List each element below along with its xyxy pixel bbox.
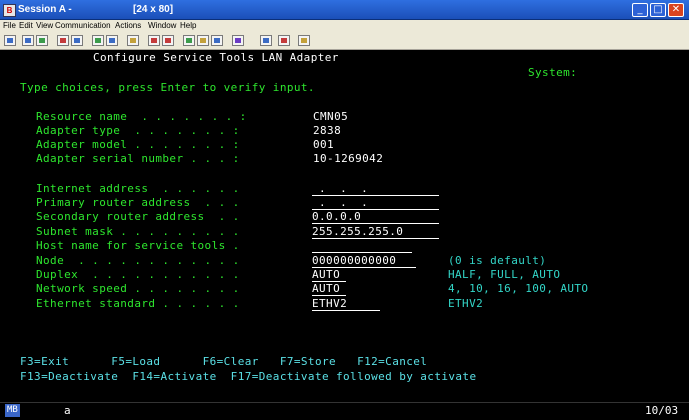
menu-edit[interactable]: Edit (19, 21, 33, 30)
primary-router-input[interactable]: . . . (312, 197, 439, 210)
customize-icon[interactable] (183, 35, 195, 46)
field-label: Subnet mask . . . . . . . . . (36, 225, 240, 238)
print-screen-icon[interactable] (4, 35, 16, 46)
function-keys-line-2: F13=Deactivate F14=Activate F17=Deactiva… (20, 370, 477, 383)
menu-bar: File Edit View Communication Actions Win… (0, 20, 689, 33)
info-value: 001 (313, 138, 335, 151)
info-value: CMN05 (313, 110, 349, 123)
color-icon[interactable] (127, 35, 139, 46)
field-hint: (0 is default) (448, 254, 547, 267)
input-mode: a (64, 404, 71, 417)
field-label: Internet address . . . . . . (36, 182, 240, 195)
field-label: Ethernet standard . . . . . . (36, 297, 240, 310)
internet-address-input[interactable]: . . . (312, 183, 439, 196)
status-divider (0, 402, 689, 403)
minimize-button[interactable]: _ (632, 3, 648, 17)
secondary-router-input[interactable]: 0.0.0.0 (312, 211, 439, 224)
info-label: Resource name . . . . . . . : (36, 110, 247, 123)
host-name-input[interactable] (312, 240, 412, 253)
node-input[interactable]: 000000000000 (312, 255, 416, 268)
field-hint: ETHV2 (448, 297, 484, 310)
field-label: Secondary router address . . (36, 210, 240, 223)
field-label: Primary router address . . . (36, 196, 240, 209)
info-label: Adapter model . . . . . . . : (36, 138, 240, 151)
stop-icon[interactable] (278, 35, 290, 46)
maximize-button[interactable]: □ (650, 3, 666, 17)
toolbar (0, 33, 689, 50)
settings-icon[interactable] (197, 35, 209, 46)
status-bar: MB a 10/03 (0, 402, 689, 420)
close-button[interactable]: ✕ (668, 3, 684, 17)
display-icon[interactable] (92, 35, 104, 46)
function-keys-line-1: F3=Exit F5=Load F6=Clear F7=Store F12=Ca… (20, 355, 428, 368)
macro-record-icon[interactable] (148, 35, 160, 46)
info-value: 10-1269042 (313, 152, 384, 165)
info-value: 2838 (313, 124, 342, 137)
edit-icon[interactable] (298, 35, 310, 46)
window-size-label: [24 x 80] (133, 4, 174, 15)
paste-icon[interactable] (36, 35, 48, 46)
info-label: Adapter type . . . . . . . : (36, 124, 240, 137)
menu-actions[interactable]: Actions (115, 21, 141, 30)
help-icon[interactable] (260, 35, 272, 46)
cursor-position: 10/03 (645, 404, 679, 417)
keyboard-icon[interactable] (106, 35, 118, 46)
menu-view[interactable]: View (36, 21, 53, 30)
network-speed-input[interactable]: AUTO (312, 283, 346, 296)
duplex-input[interactable]: AUTO (312, 269, 346, 282)
instruction-text: Type choices, press Enter to verify inpu… (20, 81, 315, 94)
field-label: Host name for service tools . (36, 239, 240, 252)
message-indicator: MB (5, 404, 20, 417)
copy-icon[interactable] (22, 35, 34, 46)
title-bar: B Session A - [24 x 80] _ □ ✕ (0, 0, 689, 20)
menu-file[interactable]: File (3, 21, 16, 30)
field-hint: HALF, FULL, AUTO (448, 268, 561, 281)
field-hint: 4, 10, 16, 100, AUTO (448, 282, 589, 295)
receive-icon[interactable] (71, 35, 83, 46)
send-icon[interactable] (57, 35, 69, 46)
field-label: Network speed . . . . . . . . (36, 282, 240, 295)
subnet-mask-input[interactable]: 255.255.255.0 (312, 226, 439, 239)
ethernet-standard-input[interactable]: ETHV2 (312, 298, 380, 311)
session-app-icon: B (3, 4, 16, 17)
menu-window[interactable]: Window (148, 21, 176, 30)
info-label: Adapter serial number . . . : (36, 152, 240, 165)
field-label: Node . . . . . . . . . . . . (36, 254, 240, 267)
menu-help[interactable]: Help (180, 21, 196, 30)
terminal-screen[interactable]: Configure Service Tools LAN Adapter Syst… (0, 50, 689, 402)
macro-play-icon[interactable] (162, 35, 174, 46)
window-title: Session A - (18, 4, 72, 15)
screen-title: Configure Service Tools LAN Adapter (93, 51, 339, 64)
field-label: Duplex . . . . . . . . . . . (36, 268, 240, 281)
panel-icon[interactable] (211, 35, 223, 46)
system-label: System: (528, 66, 578, 79)
menu-communication[interactable]: Communication (55, 21, 111, 30)
support-icon[interactable] (232, 35, 244, 46)
